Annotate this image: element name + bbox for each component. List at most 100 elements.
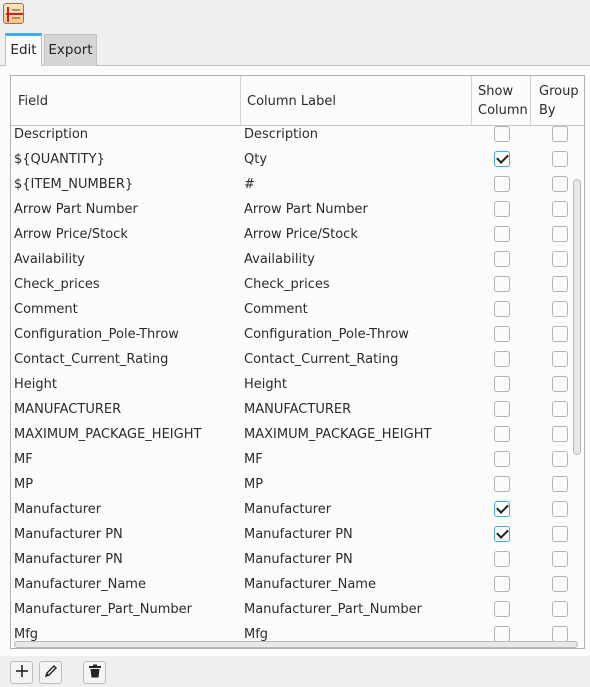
group-by-checkbox[interactable] <box>552 126 568 142</box>
show-column-checkbox[interactable] <box>494 601 510 617</box>
show-column-checkbox[interactable] <box>494 526 510 542</box>
show-column-checkbox[interactable] <box>494 251 510 267</box>
show-column-checkbox[interactable] <box>494 451 510 467</box>
show-column-checkbox[interactable] <box>494 626 510 642</box>
fields-table: Field Column Label Show Column Group By … <box>10 75 585 649</box>
table-row[interactable]: Contact_Current_Rating Contact_Current_Ra… <box>11 351 571 376</box>
show-column-checkbox[interactable] <box>494 576 510 592</box>
column-label-cell[interactable]: Manufacturer <box>244 501 331 526</box>
column-label-cell[interactable]: Configuration_Pole-Throw <box>244 326 409 351</box>
field-name-cell: Configuration_Pole-Throw <box>14 327 179 342</box>
group-by-checkbox[interactable] <box>552 401 568 417</box>
column-label-cell[interactable]: Availability <box>244 251 315 276</box>
column-header-label[interactable]: Column Label <box>241 76 472 126</box>
column-label-cell[interactable]: Arrow Part Number <box>244 201 368 226</box>
show-column-checkbox[interactable] <box>494 226 510 242</box>
rename-field-button[interactable] <box>39 661 62 684</box>
field-name-cell: Manufacturer_Name <box>14 577 146 592</box>
group-by-checkbox[interactable] <box>552 176 568 192</box>
vertical-scrollbar[interactable] <box>573 179 581 455</box>
table-row[interactable]: MP MP <box>11 476 571 501</box>
bottom-toolbar <box>0 656 590 687</box>
table-row[interactable]: Manufacturer_Part_Number Manufacturer_Par… <box>11 601 571 626</box>
column-label-cell[interactable]: # <box>244 176 255 201</box>
table-row[interactable]: MANUFACTURER MANUFACTURER <box>11 401 571 426</box>
column-label-cell[interactable]: Contact_Current_Rating <box>244 351 398 376</box>
group-by-checkbox[interactable] <box>552 251 568 267</box>
column-header-show[interactable]: Show Column <box>472 76 531 126</box>
group-by-checkbox[interactable] <box>552 576 568 592</box>
column-label-cell[interactable]: Manufacturer PN <box>244 551 353 576</box>
delete-field-button[interactable] <box>83 661 106 684</box>
column-label-cell[interactable]: Description <box>244 126 318 151</box>
show-column-checkbox[interactable] <box>494 426 510 442</box>
table-row[interactable]: Manufacturer_Name Manufacturer_Name <box>11 576 571 601</box>
group-by-checkbox[interactable] <box>552 276 568 292</box>
show-column-checkbox[interactable] <box>494 201 510 217</box>
column-header-field[interactable]: Field <box>11 76 241 126</box>
add-field-button[interactable] <box>10 661 33 684</box>
table-row[interactable]: Manufacturer PN Manufacturer PN <box>11 551 571 576</box>
show-column-checkbox[interactable] <box>494 151 510 167</box>
table-row[interactable]: ${ITEM_NUMBER} # <box>11 176 571 201</box>
show-column-checkbox[interactable] <box>494 326 510 342</box>
trash-icon <box>88 664 102 682</box>
table-row[interactable]: Manufacturer PN Manufacturer PN <box>11 526 571 551</box>
column-label-cell[interactable]: Check_prices <box>244 276 330 301</box>
table-row[interactable]: Availability Availability <box>11 251 571 276</box>
show-column-checkbox[interactable] <box>494 126 510 142</box>
tab-edit[interactable]: Edit <box>5 33 42 67</box>
column-label-cell[interactable]: Arrow Price/Stock <box>244 226 358 251</box>
column-header-group[interactable]: Group By <box>531 76 584 126</box>
column-label-cell[interactable]: Manufacturer_Part_Number <box>244 601 422 626</box>
table-row[interactable]: ${QUANTITY} Qty <box>11 151 571 176</box>
column-label-cell[interactable]: Manufacturer_Name <box>244 576 376 601</box>
group-by-checkbox[interactable] <box>552 151 568 167</box>
column-label-cell[interactable]: Qty <box>244 151 267 176</box>
horizontal-scrollbar[interactable] <box>14 641 578 648</box>
group-by-checkbox[interactable] <box>552 476 568 492</box>
column-label-cell[interactable]: MAXIMUM_PACKAGE_HEIGHT <box>244 426 431 451</box>
group-by-checkbox[interactable] <box>552 526 568 542</box>
show-column-checkbox[interactable] <box>494 551 510 567</box>
group-by-checkbox[interactable] <box>552 301 568 317</box>
show-column-checkbox[interactable] <box>494 351 510 367</box>
show-column-checkbox[interactable] <box>494 501 510 517</box>
spreadsheet-app-icon <box>3 3 24 24</box>
group-by-checkbox[interactable] <box>552 326 568 342</box>
table-row[interactable]: Arrow Price/Stock Arrow Price/Stock <box>11 226 571 251</box>
column-label-cell[interactable]: MANUFACTURER <box>244 401 351 426</box>
table-row[interactable]: Comment Comment <box>11 301 571 326</box>
group-by-checkbox[interactable] <box>552 426 568 442</box>
table-row[interactable]: Configuration_Pole-Throw Configuration_Po… <box>11 326 571 351</box>
group-by-checkbox[interactable] <box>552 351 568 367</box>
column-label-cell[interactable]: Manufacturer PN <box>244 526 353 551</box>
group-by-checkbox[interactable] <box>552 626 568 642</box>
show-column-checkbox[interactable] <box>494 176 510 192</box>
group-by-checkbox[interactable] <box>552 201 568 217</box>
tab-export[interactable]: Export <box>44 34 97 66</box>
table-row[interactable]: Arrow Part Number Arrow Part Number <box>11 201 571 226</box>
table-row[interactable]: Check_prices Check_prices <box>11 276 571 301</box>
column-label-cell[interactable]: MP <box>244 476 263 501</box>
table-row[interactable]: MAXIMUM_PACKAGE_HEIGHT MAXIMUM_PACKAGE_HE… <box>11 426 571 451</box>
show-column-checkbox[interactable] <box>494 276 510 292</box>
column-label-cell[interactable]: Comment <box>244 301 308 326</box>
group-by-checkbox[interactable] <box>552 451 568 467</box>
show-column-checkbox[interactable] <box>494 401 510 417</box>
group-by-checkbox[interactable] <box>552 226 568 242</box>
table-row[interactable]: Height Height <box>11 376 571 401</box>
table-row[interactable]: Description Description <box>11 126 571 151</box>
edit-panel: Field Column Label Show Column Group By … <box>0 66 590 656</box>
group-by-checkbox[interactable] <box>552 601 568 617</box>
show-column-checkbox[interactable] <box>494 376 510 392</box>
column-label-cell[interactable]: Height <box>244 376 287 401</box>
show-column-checkbox[interactable] <box>494 301 510 317</box>
group-by-checkbox[interactable] <box>552 551 568 567</box>
column-label-cell[interactable]: MF <box>244 451 263 476</box>
group-by-checkbox[interactable] <box>552 501 568 517</box>
show-column-checkbox[interactable] <box>494 476 510 492</box>
table-row[interactable]: MF MF <box>11 451 571 476</box>
table-row[interactable]: Manufacturer Manufacturer <box>11 501 571 526</box>
group-by-checkbox[interactable] <box>552 376 568 392</box>
